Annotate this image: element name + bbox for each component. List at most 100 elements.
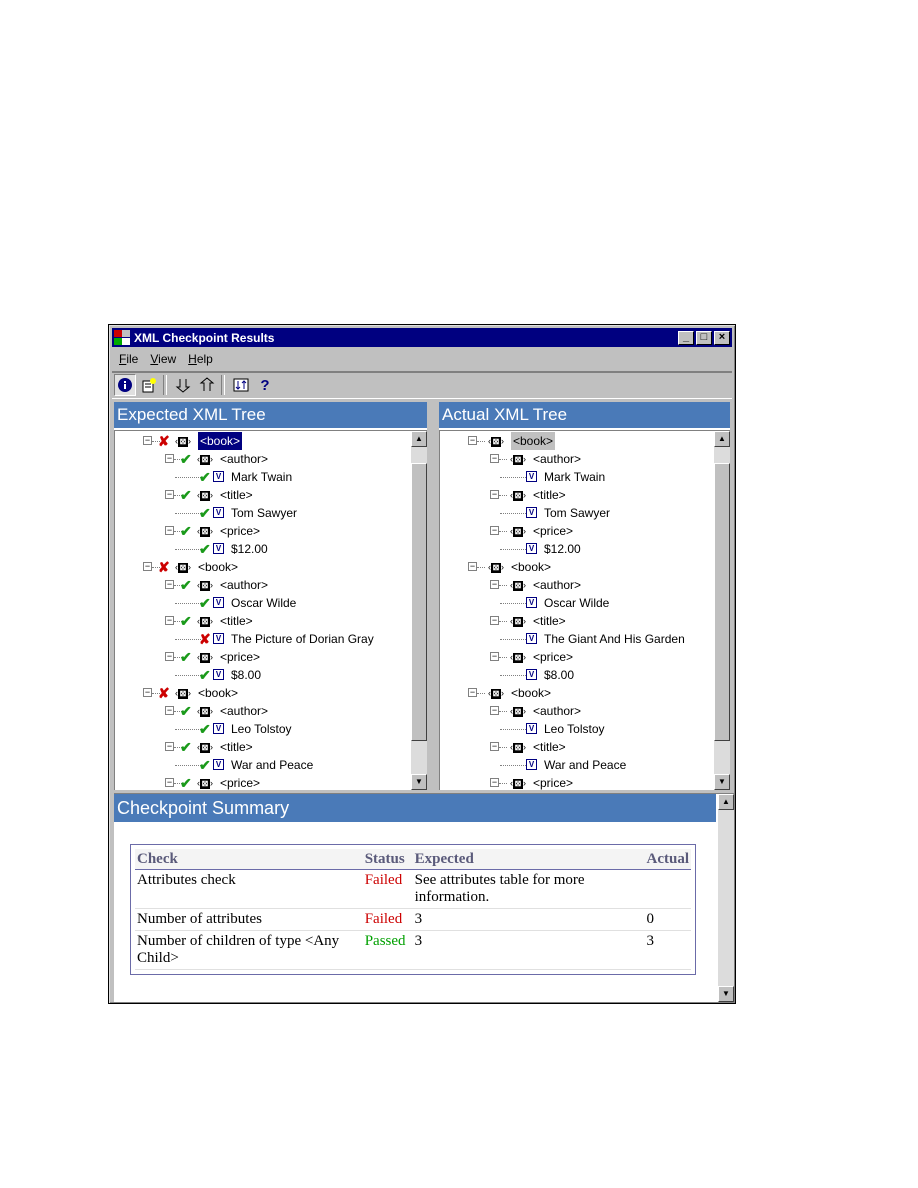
- maximize-button[interactable]: □: [696, 330, 712, 345]
- actual-tree-header: Actual XML Tree: [439, 402, 730, 428]
- status-cell: Failed: [362, 909, 413, 931]
- tree-node-label: War and Peace: [231, 758, 314, 772]
- xml-element-icon: ‹ ⊠ ›: [510, 490, 526, 501]
- collapse-toggle-icon[interactable]: −: [490, 706, 499, 715]
- scroll-up-button[interactable]: ▲: [411, 431, 427, 447]
- xml-element-icon: ‹ ⊠ ›: [510, 616, 526, 627]
- collapse-toggle-icon[interactable]: −: [468, 436, 477, 445]
- actual-cell: [644, 870, 691, 909]
- collapse-toggle-icon[interactable]: −: [490, 580, 499, 589]
- tree-node-label: <book>: [198, 560, 239, 574]
- col-check: Check: [135, 849, 363, 870]
- close-button[interactable]: ×: [714, 330, 730, 345]
- minimize-button[interactable]: _: [678, 330, 694, 345]
- collapse-toggle-icon[interactable]: −: [490, 490, 499, 499]
- tree-node-label: Oscar Wilde: [231, 596, 297, 610]
- collapse-toggle-icon[interactable]: −: [490, 616, 499, 625]
- collapse-toggle-icon[interactable]: −: [490, 652, 499, 661]
- col-actual: Actual: [644, 849, 691, 870]
- fail-x-icon: ✘: [199, 631, 211, 647]
- help-icon[interactable]: ?: [254, 374, 276, 396]
- title-bar[interactable]: XML Checkpoint Results _ □ ×: [112, 328, 732, 347]
- tree-connector: [499, 711, 507, 712]
- fail-x-icon: ✘: [158, 559, 170, 575]
- tree-node-label: Mark Twain: [544, 470, 606, 484]
- collapse-toggle-icon[interactable]: −: [490, 526, 499, 535]
- scroll-down-button[interactable]: ▼: [714, 774, 730, 790]
- previous-difference-icon[interactable]: [196, 374, 218, 396]
- collapse-toggle-icon[interactable]: −: [490, 742, 499, 751]
- collapse-toggle-icon[interactable]: −: [143, 688, 152, 697]
- tree-node-label: $12.00: [544, 542, 581, 556]
- actual-tree[interactable]: ▲ ▼ − ‹ ⊠ › <book> − ‹ ⊠ › <author> V Mark Twain − ‹ ⊠…: [439, 430, 730, 790]
- xml-value-icon: V: [213, 543, 224, 554]
- collapse-toggle-icon[interactable]: −: [165, 490, 174, 499]
- check-mark-icon: ✔: [180, 451, 192, 467]
- xml-value-icon: V: [213, 507, 224, 518]
- xml-element-icon: ‹ ⊠ ›: [510, 706, 526, 717]
- menu-help[interactable]: Help: [188, 352, 213, 366]
- tree-node-label: <book>: [196, 431, 244, 451]
- collapse-toggle-icon[interactable]: −: [165, 742, 174, 751]
- collapse-toggle-icon[interactable]: −: [143, 436, 152, 445]
- collapse-toggle-icon[interactable]: −: [468, 562, 477, 571]
- collapse-toggle-icon[interactable]: −: [143, 562, 152, 571]
- tree-node-label: <author>: [533, 452, 582, 466]
- summary-scrollbar[interactable]: ▲ ▼: [718, 794, 734, 1002]
- scroll-down-button[interactable]: ▼: [718, 986, 734, 1002]
- info-icon[interactable]: [114, 374, 136, 396]
- check-cell: Number of children of type <Any Child>: [135, 931, 363, 970]
- scroll-thumb[interactable]: [411, 463, 427, 741]
- xml-value-icon: V: [213, 669, 224, 680]
- tree-node-label: <price>: [533, 650, 574, 664]
- expected-tree-scrollbar[interactable]: ▲ ▼: [411, 431, 427, 790]
- tree-connector: [175, 477, 201, 478]
- check-mark-icon: ✔: [180, 523, 192, 539]
- tree-node-label: War and Peace: [544, 758, 627, 772]
- status-cell: Passed: [362, 931, 413, 970]
- tree-node-label: $8.00: [231, 668, 262, 682]
- summary-table-header: Check Status Expected Actual: [135, 849, 691, 870]
- tree-connector: [477, 441, 485, 442]
- menu-view[interactable]: View: [150, 352, 176, 366]
- collapse-toggle-icon[interactable]: −: [490, 454, 499, 463]
- tree-connector: [175, 729, 201, 730]
- tree-connector: [500, 549, 526, 550]
- tree-node-label: <book>: [511, 686, 552, 700]
- tree-node-label: <title>: [533, 740, 566, 754]
- tree-node-label: <book>: [511, 560, 552, 574]
- scroll-down-button[interactable]: ▼: [411, 774, 427, 790]
- expected-tree[interactable]: ▲ ▼ − ✘ ‹ ⊠ › <book> − ✔ ‹ ⊠ › <author> ✔ V Mark Twain…: [114, 430, 427, 790]
- scroll-thumb[interactable]: [714, 463, 730, 741]
- xml-value-icon: V: [526, 723, 537, 734]
- collapse-toggle-icon[interactable]: −: [468, 688, 477, 697]
- check-mark-icon: ✔: [180, 739, 192, 755]
- tree-node-label: <title>: [533, 488, 566, 502]
- collapse-toggle-icon[interactable]: −: [165, 580, 174, 589]
- expected-cell: 3: [412, 931, 645, 970]
- sync-trees-icon[interactable]: [230, 374, 252, 396]
- collapse-toggle-icon[interactable]: −: [165, 526, 174, 535]
- collapse-toggle-icon[interactable]: −: [165, 454, 174, 463]
- scroll-up-button[interactable]: ▲: [714, 431, 730, 447]
- actual-tree-scrollbar[interactable]: ▲ ▼: [714, 431, 730, 790]
- tree-node-label: Tom Sawyer: [231, 506, 298, 520]
- collapse-toggle-icon[interactable]: −: [165, 652, 174, 661]
- actual-tree-pane: Actual XML Tree ▲ ▼ − ‹ ⊠ › <book> − ‹ ⊠ › <autho…: [439, 402, 730, 790]
- collapse-toggle-icon[interactable]: −: [165, 706, 174, 715]
- collapse-toggle-icon[interactable]: −: [490, 778, 499, 787]
- collapse-toggle-icon[interactable]: −: [165, 616, 174, 625]
- tree-node-label: <price>: [220, 776, 261, 790]
- menu-file[interactable]: File: [119, 352, 138, 366]
- expected-cell: See attributes table for more informatio…: [412, 870, 645, 909]
- next-difference-icon[interactable]: [172, 374, 194, 396]
- tree-node-label: <author>: [533, 704, 582, 718]
- scroll-up-button[interactable]: ▲: [718, 794, 734, 810]
- xml-element-icon: ‹ ⊠ ›: [197, 490, 213, 501]
- collapse-toggle-icon[interactable]: −: [165, 778, 174, 787]
- tree-node-label: Leo Tolstoy: [231, 722, 292, 736]
- check-mark-icon: ✔: [199, 505, 211, 521]
- xml-value-icon: V: [213, 471, 224, 482]
- properties-icon[interactable]: [138, 374, 160, 396]
- xml-element-icon: ‹ ⊠ ›: [510, 778, 526, 789]
